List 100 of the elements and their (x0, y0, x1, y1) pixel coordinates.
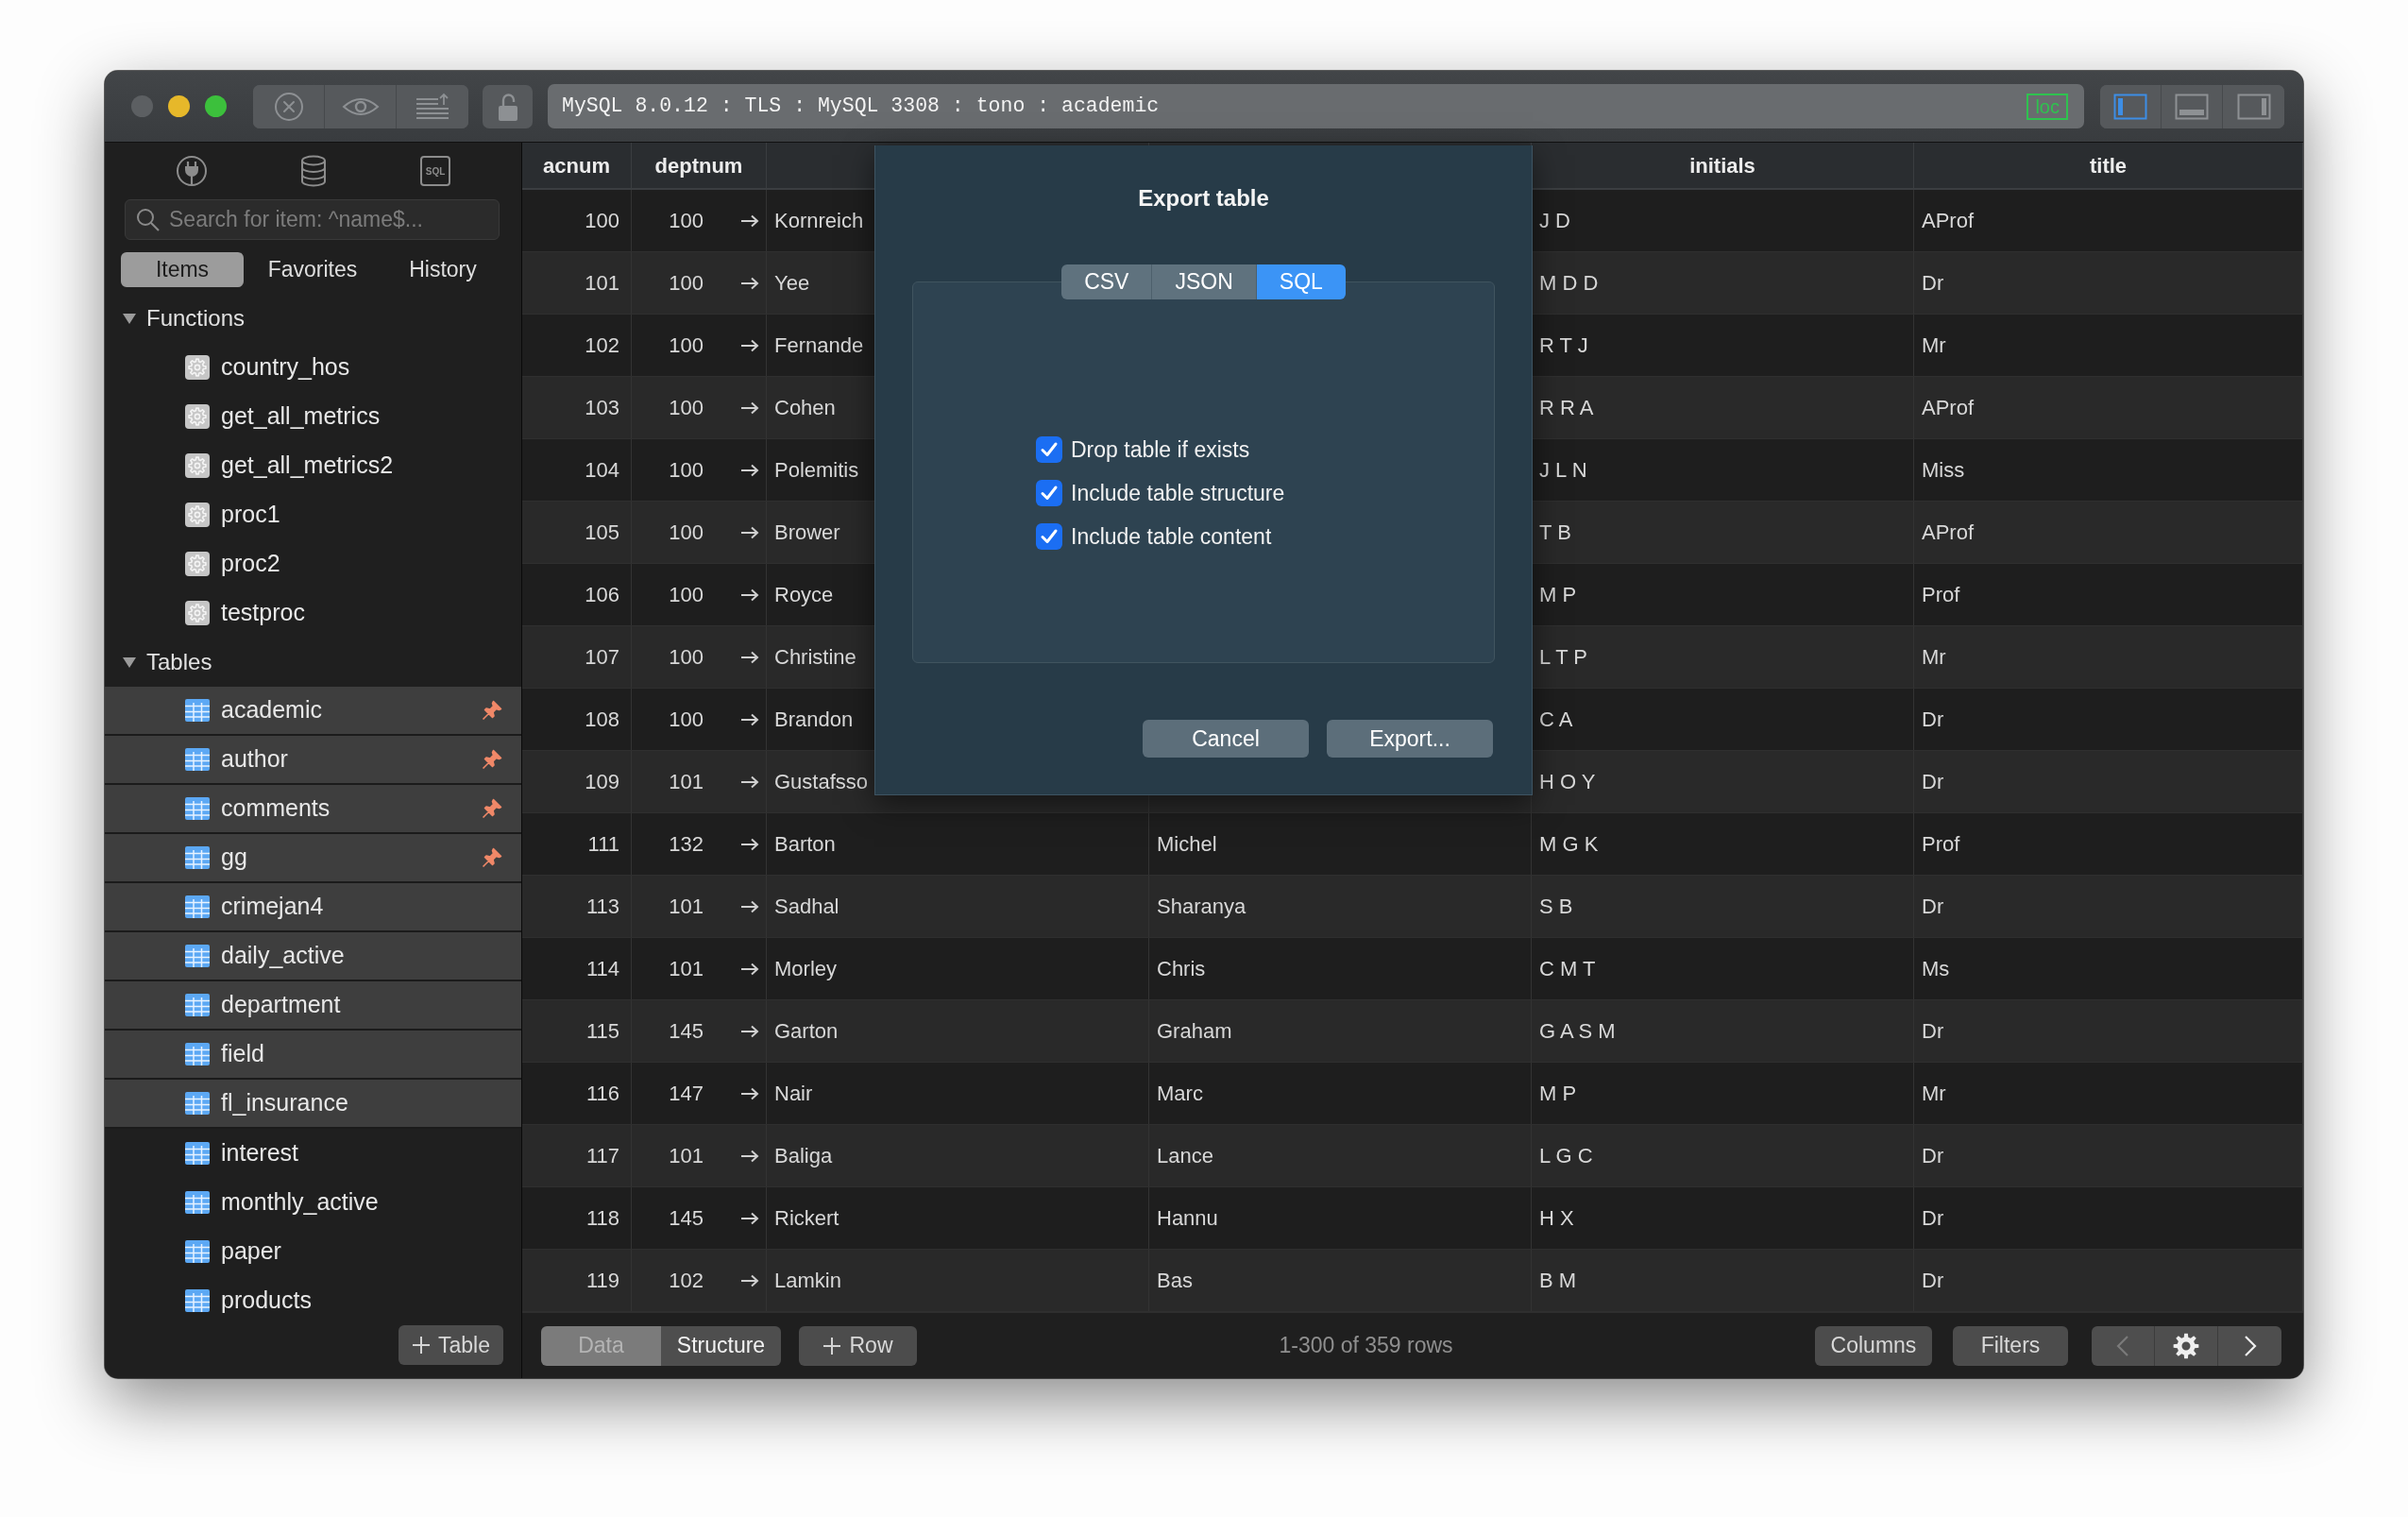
arrow-right-icon[interactable] (740, 587, 759, 603)
add-table-button[interactable]: Table (399, 1325, 503, 1365)
search-field[interactable]: Search for item: ^name$... (125, 199, 500, 240)
column-header[interactable]: title (1914, 143, 2303, 188)
export-button[interactable]: Export... (1327, 720, 1493, 758)
arrow-right-icon[interactable] (740, 275, 759, 291)
sidebar-item[interactable]: daily_active (105, 932, 521, 981)
arrow-right-icon[interactable] (740, 836, 759, 852)
tree-group-header[interactable]: Functions (105, 294, 521, 343)
column-header[interactable]: deptnum (632, 143, 767, 188)
sidebar-item[interactable]: author (105, 736, 521, 785)
sidebar-item[interactable]: get_all_metrics (105, 392, 521, 441)
sidebar-tab[interactable]: Items (121, 252, 244, 287)
columns-button[interactable]: Columns (1815, 1325, 1932, 1366)
table-cell-text: Mr (1922, 644, 1946, 671)
table-cell-text: Dr (1922, 270, 1944, 297)
table-cell-text: 101 (669, 1143, 704, 1169)
table-cell-text: Mr (1922, 332, 1946, 359)
table-cell-text: Dr (1922, 1268, 1944, 1294)
pin-icon[interactable] (482, 749, 502, 770)
table-cell-text: 117 (585, 1143, 619, 1169)
pin-icon[interactable] (482, 847, 502, 868)
zoom-button[interactable] (205, 95, 227, 117)
tree-group-header[interactable]: Tables (105, 638, 521, 687)
add-row-button[interactable]: Row (799, 1325, 917, 1366)
table-cell-text: Polemitis (774, 457, 859, 484)
settings-button[interactable] (2155, 1325, 2218, 1366)
arrow-right-icon[interactable] (740, 898, 759, 914)
arrow-right-icon[interactable] (740, 1148, 759, 1164)
sidebar-item[interactable]: field (105, 1031, 521, 1080)
table-cell-text: Prof (1922, 582, 1960, 608)
sidebar-item[interactable]: paper (105, 1227, 521, 1276)
table-cell-text: M P (1539, 582, 1577, 608)
sidebar-item[interactable]: crimejan4 (105, 883, 521, 932)
table-cell-text: S B (1539, 894, 1573, 920)
lock-button[interactable] (483, 84, 533, 128)
arrow-right-icon[interactable] (740, 1023, 759, 1039)
sidebar-item[interactable]: department (105, 981, 521, 1031)
sidebar-item[interactable]: academic (105, 687, 521, 736)
table-cell-text: 100 (585, 208, 619, 234)
pin-icon[interactable] (482, 700, 502, 721)
plug-icon[interactable] (175, 155, 208, 187)
table-cell-text: C A (1539, 707, 1573, 733)
sidebar-tab[interactable]: Favorites (251, 252, 374, 287)
table-cell-text: Baliga (774, 1143, 833, 1169)
connection-label: MySQL 8.0.12 : TLS : MySQL 3308 : tono : academic (562, 94, 1160, 120)
arrow-right-icon[interactable] (740, 711, 759, 727)
arrow-right-icon[interactable] (740, 1272, 759, 1288)
table-cell-text: 107 (585, 644, 619, 671)
next-page-button[interactable] (2218, 1325, 2281, 1366)
table-cell-text: Graham (1157, 1018, 1232, 1045)
arrow-right-icon[interactable] (740, 400, 759, 416)
checkbox[interactable] (1036, 523, 1062, 550)
column-header[interactable]: acnum (522, 143, 632, 188)
arrow-right-icon[interactable] (740, 524, 759, 540)
sidebar-item[interactable]: proc1 (105, 490, 521, 539)
table-cell-text: 145 (669, 1018, 704, 1045)
sidebar-tab[interactable]: History (382, 252, 504, 287)
table-cell-text: AProf (1922, 395, 1975, 421)
sidebar-item[interactable]: country_hos (105, 343, 521, 392)
arrow-right-icon[interactable] (740, 213, 759, 229)
database-icon[interactable] (298, 155, 328, 187)
table-cell-text: 100 (669, 644, 704, 671)
sidebar-item[interactable]: monthly_active (105, 1178, 521, 1227)
dialog-title: Export table (1138, 184, 1269, 213)
table-cell-text: Bas (1157, 1268, 1193, 1294)
sidebar-item[interactable]: interest (105, 1129, 521, 1178)
sidebar-item[interactable]: get_all_metrics2 (105, 441, 521, 490)
arrow-right-icon[interactable] (740, 649, 759, 665)
table-cell-text: 105 (585, 520, 619, 546)
arrow-right-icon[interactable] (740, 337, 759, 353)
format-tab[interactable]: CSV (1061, 264, 1153, 299)
arrow-right-icon[interactable] (740, 774, 759, 790)
table-grid-icon (185, 1043, 210, 1065)
checkbox[interactable] (1036, 480, 1062, 506)
arrow-right-icon[interactable] (740, 1085, 759, 1101)
sidebar-item[interactable]: comments (105, 785, 521, 834)
table-cell-text: AProf (1922, 520, 1975, 546)
gear-icon (185, 601, 210, 625)
left-panel-button[interactable] (2100, 84, 2162, 128)
toolbar-button[interactable] (253, 84, 325, 128)
arrow-right-icon[interactable] (740, 462, 759, 478)
sidebar-item[interactable]: fl_insurance (105, 1080, 521, 1129)
checkbox[interactable] (1036, 436, 1062, 463)
minimize-button[interactable] (168, 95, 190, 117)
cancel-button[interactable]: Cancel (1143, 720, 1309, 758)
sidebar-item[interactable]: gg (105, 834, 521, 883)
arrow-right-icon[interactable] (740, 961, 759, 977)
sidebar-item[interactable]: products (105, 1276, 521, 1325)
arrow-right-icon[interactable] (740, 1210, 759, 1226)
sidebar-item[interactable]: testproc (105, 588, 521, 638)
sql-icon[interactable]: SQL (418, 155, 451, 187)
table-cell-text: H X (1539, 1205, 1574, 1232)
pin-icon[interactable] (482, 798, 502, 819)
gear-icon (185, 552, 210, 576)
x-circle-icon (273, 91, 304, 122)
sidebar-item[interactable]: proc2 (105, 539, 521, 588)
filters-button[interactable]: Filters (1953, 1325, 2068, 1366)
format-tab[interactable]: JSON (1152, 264, 1257, 299)
view-tab[interactable]: Structure (661, 1325, 781, 1366)
